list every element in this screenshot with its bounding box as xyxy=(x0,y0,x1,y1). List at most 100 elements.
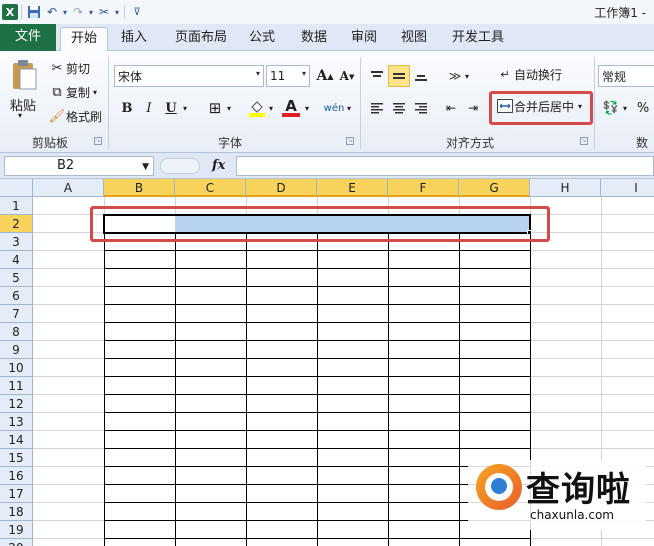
align-middle-icon[interactable] xyxy=(388,65,410,87)
name-box[interactable]: B2 ▼ xyxy=(4,156,154,176)
column-header-i[interactable]: I xyxy=(601,179,654,197)
increase-indent-icon[interactable]: ⇥ xyxy=(462,97,484,119)
alignment-launcher-icon[interactable]: ↘ xyxy=(580,137,588,145)
grow-font-button[interactable]: A ▲ xyxy=(314,65,336,87)
tools-dropdown-icon[interactable]: ▾ xyxy=(113,3,121,21)
borders-dropdown-icon[interactable]: ▾ xyxy=(224,97,234,119)
align-top-icon[interactable] xyxy=(366,65,388,87)
row-header-3[interactable]: 3 xyxy=(0,233,33,251)
row-header-17[interactable]: 17 xyxy=(0,485,33,503)
row-header-14[interactable]: 14 xyxy=(0,431,33,449)
row-header-4[interactable]: 4 xyxy=(0,251,33,269)
tab-insert[interactable]: 插入 xyxy=(112,27,156,51)
alignment-group-label: 对齐方式 xyxy=(445,136,494,150)
underline-dropdown-icon[interactable]: ▾ xyxy=(180,97,190,119)
shrink-font-button[interactable]: A ▼ xyxy=(336,65,358,87)
copy-dropdown-icon[interactable]: ▾ xyxy=(93,88,97,97)
accounting-format-icon[interactable]: 💱 xyxy=(600,97,622,119)
orientation-dropdown-icon[interactable]: ▾ xyxy=(462,65,472,87)
excel-app-icon[interactable]: X xyxy=(2,4,18,20)
fill-color-dropdown-icon[interactable]: ▾ xyxy=(266,97,276,119)
font-color-dropdown-icon[interactable]: ▾ xyxy=(302,97,312,119)
tab-page-layout[interactable]: 页面布局 xyxy=(166,27,236,51)
row-header-5[interactable]: 5 xyxy=(0,269,33,287)
tab-formulas[interactable]: 公式 xyxy=(240,27,284,51)
font-launcher-icon[interactable]: ↘ xyxy=(346,137,354,145)
decrease-indent-icon[interactable]: ⇤ xyxy=(440,97,462,119)
formula-input[interactable] xyxy=(236,156,654,176)
tab-view[interactable]: 视图 xyxy=(392,27,436,51)
font-name-select[interactable]: 宋体 ▾ xyxy=(114,65,264,87)
paste-dropdown-icon[interactable]: ▾ xyxy=(18,111,22,120)
row-header-8[interactable]: 8 xyxy=(0,323,33,341)
phonetic-dropdown-icon[interactable]: ▾ xyxy=(344,97,354,119)
column-header-g[interactable]: G xyxy=(459,179,530,197)
column-header-b[interactable]: B xyxy=(104,179,175,197)
clipboard-launcher-icon[interactable]: ↘ xyxy=(94,137,102,145)
format-painter-button[interactable]: 🖌 格式刷 xyxy=(48,107,102,125)
align-center-icon[interactable] xyxy=(388,97,410,119)
table-border xyxy=(317,233,318,546)
table-border xyxy=(104,412,531,413)
percent-style-button[interactable]: % xyxy=(632,97,654,119)
copy-button[interactable]: ⧉ 复制 ▾ xyxy=(48,83,97,101)
tab-data[interactable]: 数据 xyxy=(292,27,336,51)
wrap-text-button[interactable]: ↵ 自动换行 xyxy=(496,65,562,83)
align-bottom-icon[interactable] xyxy=(410,65,432,87)
font-color-button[interactable]: A xyxy=(280,95,302,117)
row-header-6[interactable]: 6 xyxy=(0,287,33,305)
save-icon[interactable] xyxy=(25,3,43,21)
row-header-2[interactable]: 2 xyxy=(0,215,33,233)
tools-icon[interactable]: ✂ xyxy=(95,3,113,21)
select-all-button[interactable] xyxy=(0,179,33,197)
font-size-select[interactable]: 11 ▾ xyxy=(266,65,310,87)
row-header-15[interactable]: 15 xyxy=(0,449,33,467)
row-header-13[interactable]: 13 xyxy=(0,413,33,431)
formula-bar-expand-handle[interactable] xyxy=(160,158,200,174)
fill-color-icon[interactable] xyxy=(246,97,268,119)
italic-button[interactable]: I xyxy=(138,97,160,119)
undo-dropdown-icon[interactable]: ▾ xyxy=(61,3,69,21)
tab-review[interactable]: 审阅 xyxy=(342,27,386,51)
row-header-10[interactable]: 10 xyxy=(0,359,33,377)
tab-home[interactable]: 开始 xyxy=(60,27,108,52)
insert-function-icon[interactable]: fx xyxy=(212,158,225,173)
row-header-7[interactable]: 7 xyxy=(0,305,33,323)
paste-button[interactable]: 粘贴 xyxy=(10,95,36,114)
customize-qat-icon[interactable]: ⊽ xyxy=(128,3,146,21)
watermark-brand: 查询啦 xyxy=(526,470,631,510)
underline-button[interactable]: U xyxy=(160,97,182,119)
table-border xyxy=(246,233,247,546)
align-right-icon[interactable] xyxy=(410,97,432,119)
accounting-dropdown-icon[interactable]: ▾ xyxy=(620,97,630,119)
column-header-c[interactable]: C xyxy=(175,179,246,197)
font-name-value: 宋体 xyxy=(118,69,143,84)
row-header-16[interactable]: 16 xyxy=(0,467,33,485)
row-header-18[interactable]: 18 xyxy=(0,503,33,521)
bold-button[interactable]: B xyxy=(116,97,138,119)
row-header-9[interactable]: 9 xyxy=(0,341,33,359)
redo-icon[interactable]: ↷ xyxy=(69,3,87,21)
title-bar: X ↶ ▾ ↷ ▾ ✂ ▾ ⊽ 工作簿1 - xyxy=(0,0,654,24)
row-header-19[interactable]: 19 xyxy=(0,521,33,539)
column-header-e[interactable]: E xyxy=(317,179,388,197)
borders-icon[interactable]: ⊞ xyxy=(204,97,226,119)
column-header-f[interactable]: F xyxy=(388,179,459,197)
column-header-d[interactable]: D xyxy=(246,179,317,197)
tab-developer[interactable]: 开发工具 xyxy=(445,27,511,51)
row-header-12[interactable]: 12 xyxy=(0,395,33,413)
align-left-icon[interactable] xyxy=(366,97,388,119)
paste-icon[interactable] xyxy=(6,55,42,95)
number-format-select[interactable]: 常规 xyxy=(598,65,654,87)
row-header-11[interactable]: 11 xyxy=(0,377,33,395)
row-header-1[interactable]: 1 xyxy=(0,197,33,215)
row-header-20[interactable]: 20 xyxy=(0,539,33,546)
column-header-a[interactable]: A xyxy=(33,179,104,197)
undo-icon[interactable]: ↶ xyxy=(43,3,61,21)
redo-dropdown-icon[interactable]: ▾ xyxy=(87,3,95,21)
tab-file[interactable]: 文件 xyxy=(0,24,56,51)
column-header-h[interactable]: H xyxy=(530,179,601,197)
format-painter-label: 格式刷 xyxy=(66,109,103,124)
copy-icon: ⧉ xyxy=(52,84,62,100)
cut-button[interactable]: ✂ 剪切 xyxy=(48,59,90,77)
